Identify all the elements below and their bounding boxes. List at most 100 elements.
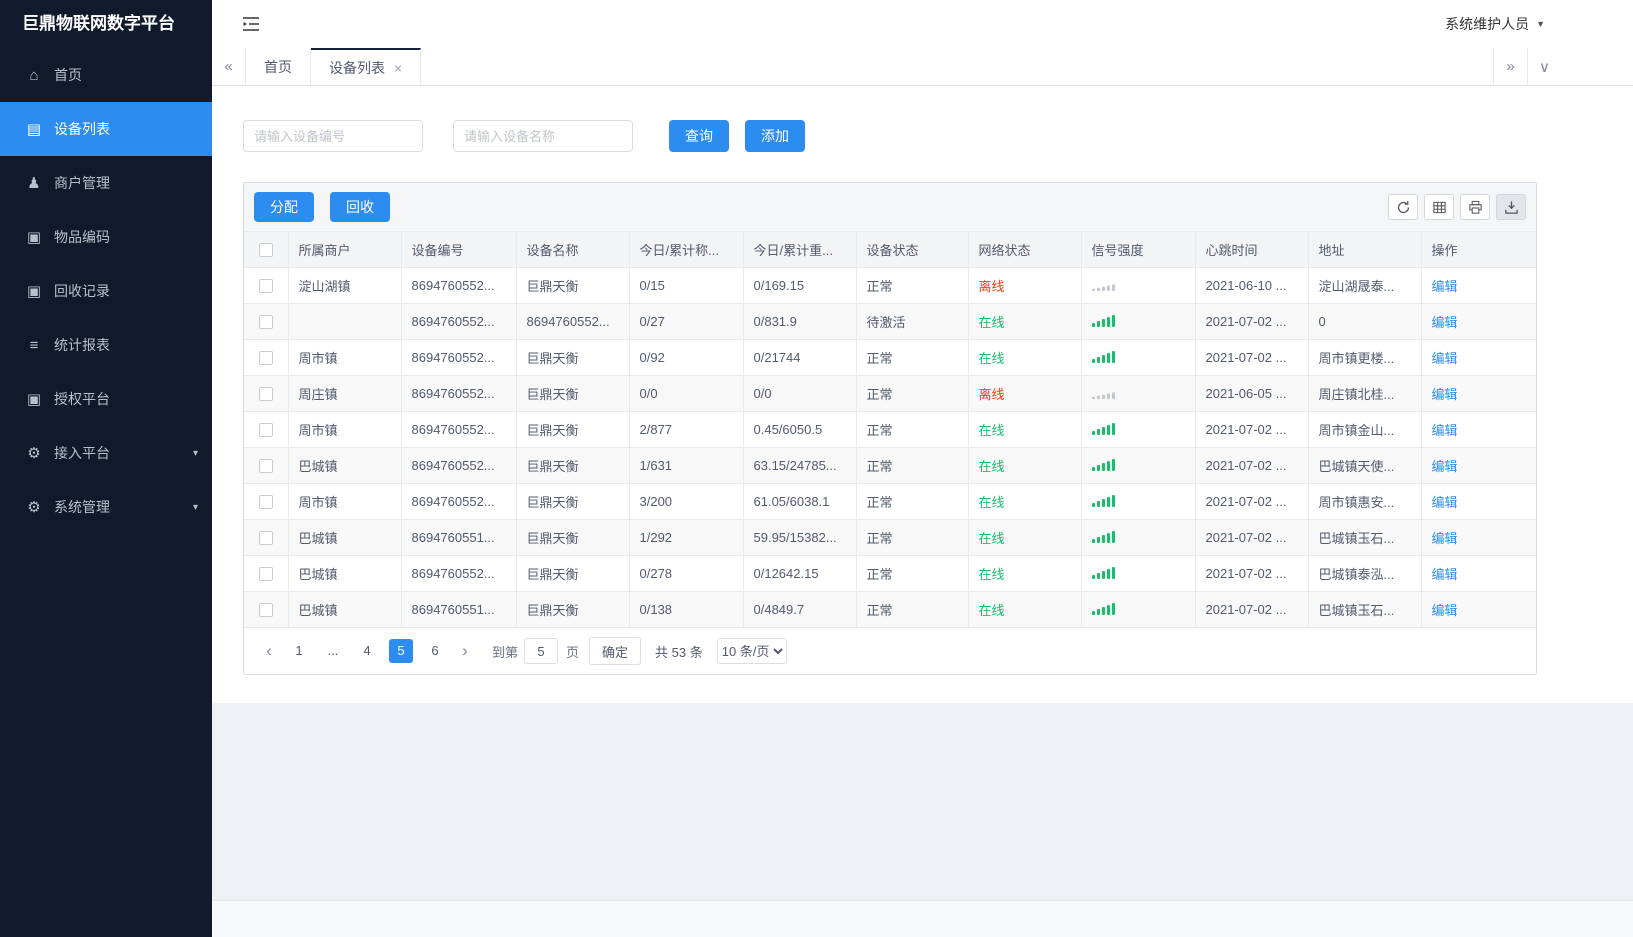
row-checkbox[interactable] (258, 423, 273, 438)
cell-merchant: 周市镇 (288, 339, 402, 376)
sidebar-item-access-platform[interactable]: ⚙ 接入平台 ▾ (0, 426, 212, 480)
cell-device-name: 巨鼎天衡 (516, 375, 630, 412)
cell-device-name: 巨鼎天衡 (516, 339, 630, 376)
cell-device-name: 巨鼎天衡 (516, 483, 630, 520)
row-checkbox[interactable] (258, 459, 273, 474)
sidebar: 巨鼎物联网数字平台 ⌂ 首页 ▤ 设备列表 ♟ 商户管理 ▣ 物品编码 ▣ 回收记录 ≡ 统计报表 ▣ 授… (0, 0, 212, 937)
jump-label-suffix: 页 (566, 644, 580, 660)
tab-home[interactable]: 首页 (246, 48, 311, 85)
table-row: 周庄镇 8694760552... 巨鼎天衡 0/0 0/0 正常 离线 2021-06-05… (244, 375, 1536, 412)
row-checkbox[interactable] (258, 351, 273, 366)
next-page-icon[interactable]: › (452, 639, 478, 663)
query-button[interactable]: 查询 (669, 120, 729, 152)
sidebar-item-label: 物品编码 (54, 229, 110, 245)
device-no-input[interactable] (243, 120, 423, 152)
tabs-scroll-left-icon[interactable]: « (212, 48, 246, 85)
cell-address: 淀山湖晟泰... (1308, 267, 1422, 304)
edit-link[interactable]: 编辑 (1432, 603, 1458, 618)
cell-signal (1081, 591, 1196, 628)
edit-link[interactable]: 编辑 (1432, 315, 1458, 330)
page-number[interactable]: 5 (389, 639, 413, 663)
home-icon: ⌂ (29, 66, 39, 84)
menu-fold-icon[interactable] (242, 16, 260, 32)
sidebar-item-item-coding[interactable]: ▣ 物品编码 (0, 210, 212, 264)
sidebar-item-merchant-management[interactable]: ♟ 商户管理 (0, 156, 212, 210)
allocate-button[interactable]: 分配 (254, 192, 314, 222)
total-count: 共 53 条 (655, 644, 703, 660)
row-checkbox[interactable] (258, 603, 273, 618)
sidebar-item-label: 系统管理 (54, 499, 110, 515)
cell-device-no: 8694760552... (401, 411, 517, 448)
page-jump-input[interactable] (524, 638, 559, 664)
edit-link[interactable]: 编辑 (1432, 495, 1458, 510)
device-name-input[interactable] (453, 120, 633, 152)
page-number[interactable]: 6 (423, 639, 447, 663)
row-checkbox[interactable] (258, 495, 273, 510)
cell-address: 0 (1308, 303, 1422, 340)
column-header: 今日/累计重... (743, 231, 857, 268)
print-icon[interactable] (1460, 194, 1490, 220)
cell-device-status: 正常 (856, 591, 969, 628)
table-row: 巴城镇 8694760551... 巨鼎天衡 0/138 0/4849.7 正常 在线 202… (244, 591, 1536, 628)
table-toolbar: 分配 回收 (244, 183, 1536, 231)
row-checkbox[interactable] (258, 315, 273, 330)
page-size-select[interactable]: 10 条/页 (716, 638, 787, 664)
prev-page-icon[interactable]: ‹ (256, 639, 282, 663)
cell-device-no: 8694760552... (401, 339, 517, 376)
edit-link[interactable]: 编辑 (1432, 423, 1458, 438)
cell-device-no: 8694760551... (401, 591, 517, 628)
cell-network-status: 离线 (968, 375, 1082, 412)
tabs-dropdown-icon[interactable]: ∨ (1527, 48, 1561, 85)
export-icon[interactable] (1496, 194, 1526, 220)
row-checkbox[interactable] (258, 387, 273, 402)
sidebar-item-label: 商户管理 (54, 175, 110, 191)
cell-today-weight: 63.15/24785... (743, 447, 857, 484)
row-checkbox[interactable] (258, 531, 273, 546)
sidebar-item-system-management[interactable]: ⚙ 系统管理 ▾ (0, 480, 212, 534)
table-row: 8694760552... 8694760552... 0/27 0/831.9 待激活… (244, 303, 1536, 340)
sidebar-item-statistics-reports[interactable]: ≡ 统计报表 (0, 318, 212, 372)
sidebar-item-device-list[interactable]: ▤ 设备列表 (0, 102, 212, 156)
app-window: 巨鼎物联网数字平台 ⌂ 首页 ▤ 设备列表 ♟ 商户管理 ▣ 物品编码 ▣ 回收记录 ≡ 统计报表 ▣ 授… (0, 0, 1633, 937)
edit-link[interactable]: 编辑 (1432, 351, 1458, 366)
cell-device-status: 正常 (856, 483, 969, 520)
cell-address: 巴城镇天使... (1308, 447, 1422, 484)
refresh-icon[interactable] (1388, 194, 1418, 220)
edit-link[interactable]: 编辑 (1432, 459, 1458, 474)
page-number[interactable]: 4 (355, 639, 379, 663)
row-checkbox[interactable] (258, 567, 273, 582)
edit-link[interactable]: 编辑 (1432, 567, 1458, 582)
cell-address: 巴城镇泰泓... (1308, 555, 1422, 592)
sidebar-item-authorization-platform[interactable]: ▣ 授权平台 (0, 372, 212, 426)
edit-link[interactable]: 编辑 (1432, 387, 1458, 402)
page-number[interactable]: 1 (287, 639, 311, 663)
signal-strength-icon (1091, 349, 1115, 363)
close-icon[interactable]: × (394, 60, 402, 76)
edit-link[interactable]: 编辑 (1432, 531, 1458, 546)
add-button[interactable]: 添加 (745, 120, 805, 152)
table-row: 周市镇 8694760552... 巨鼎天衡 2/877 0.45/6050.5 正常 在线… (244, 411, 1536, 448)
select-all-checkbox[interactable] (258, 243, 273, 258)
cell-signal (1081, 483, 1196, 520)
edit-link[interactable]: 编辑 (1432, 279, 1458, 294)
column-header: 网络状态 (968, 231, 1082, 268)
row-checkbox[interactable] (258, 279, 273, 294)
table-row: 周市镇 8694760552... 巨鼎天衡 3/200 61.05/6038.1 正常在… (244, 483, 1536, 520)
cell-device-name: 巨鼎天衡 (516, 519, 630, 556)
page-ellipsis[interactable]: ... (321, 639, 345, 663)
recycle-button[interactable]: 回收 (330, 192, 390, 222)
user-menu[interactable]: 系统维护人员 ▼ (1445, 14, 1545, 34)
jump-confirm-button[interactable]: 确定 (589, 637, 642, 665)
main-area: 系统维护人员 ▼ « 首页 设备列表 × » ∨ 查询 添加 分配 回收 (212, 0, 1633, 937)
table-row: 淀山湖镇 8694760552... 巨鼎天衡 0/15 0/169.15 正常 离线 202… (244, 267, 1536, 304)
cell-network-status: 在线 (968, 339, 1082, 376)
cell-device-no: 8694760552... (401, 447, 517, 484)
columns-grid-icon[interactable] (1424, 194, 1454, 220)
sidebar-item-recycle-records[interactable]: ▣ 回收记录 (0, 264, 212, 318)
tab-device-list[interactable]: 设备列表 × (311, 48, 422, 85)
table-row: 周市镇 8694760552... 巨鼎天衡 0/92 0/21744 正常 在线 2021-… (244, 339, 1536, 376)
column-header: 地址 (1308, 231, 1422, 268)
sidebar-item-home[interactable]: ⌂ 首页 (0, 48, 212, 102)
cell-merchant: 淀山湖镇 (288, 267, 402, 304)
tabs-scroll-right-icon[interactable]: » (1493, 48, 1527, 85)
